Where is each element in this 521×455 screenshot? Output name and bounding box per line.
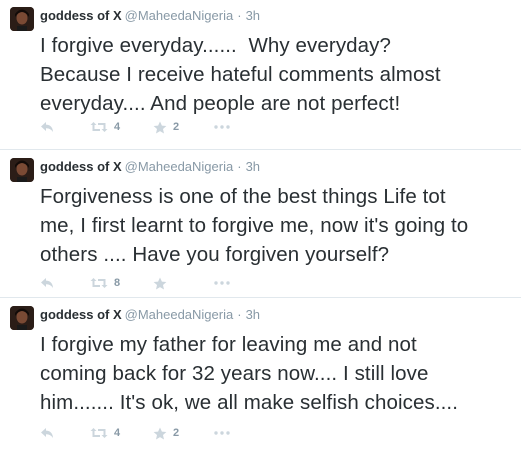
- tweet-header: goddess of X @MaheedaNigeria · 3h: [40, 306, 260, 324]
- tweet-text: Forgiveness is one of the best things Li…: [40, 185, 469, 266]
- retweet-count: 8: [114, 277, 121, 289]
- reply-button[interactable]: [40, 423, 54, 443]
- timestamp[interactable]: 3h: [246, 159, 260, 174]
- author-handle[interactable]: @MaheedaNigeria: [125, 307, 234, 322]
- retweet-button[interactable]: 4: [90, 117, 120, 137]
- separator: ·: [237, 8, 242, 23]
- reply-button[interactable]: [40, 273, 54, 293]
- timestamp[interactable]: 3h: [246, 8, 260, 23]
- tweet-header: goddess of X @MaheedaNigeria · 3h: [40, 158, 260, 176]
- favorite-button[interactable]: [153, 273, 173, 293]
- more-button[interactable]: [214, 273, 230, 293]
- retweet-count: 4: [114, 427, 121, 439]
- more-button[interactable]: [214, 117, 230, 137]
- tweet-text: I forgive my father for leaving me and n…: [40, 333, 459, 414]
- author-handle[interactable]: @MaheedaNigeria: [125, 159, 234, 174]
- avatar[interactable]: [10, 7, 34, 31]
- favorite-count: 2: [173, 427, 180, 439]
- reply-button[interactable]: [40, 117, 54, 137]
- favorite-icon: [153, 277, 167, 289]
- tweet-header: goddess of X @MaheedaNigeria · 3h: [40, 7, 260, 25]
- reply-icon: [41, 278, 53, 288]
- tweet-text: I forgive everyday...... Why everyday? B…: [40, 34, 441, 115]
- reply-icon: [41, 428, 53, 438]
- retweet-button[interactable]: 4: [90, 423, 120, 443]
- more-icon: [214, 431, 230, 435]
- author-handle[interactable]: @MaheedaNigeria: [125, 8, 234, 23]
- favorite-count: 2: [173, 121, 180, 133]
- reply-icon: [41, 122, 53, 132]
- separator: ·: [237, 307, 242, 322]
- separator: ·: [237, 159, 242, 174]
- author-name[interactable]: goddess of X: [40, 159, 122, 174]
- author-name[interactable]: goddess of X: [40, 307, 122, 322]
- timestamp[interactable]: 3h: [246, 307, 260, 322]
- more-icon: [214, 125, 230, 129]
- retweet-icon: [90, 278, 108, 288]
- tweet[interactable]: goddess of X @MaheedaNigeria · 3h I forgive…: [0, 0, 521, 150]
- retweet-button[interactable]: 8: [90, 273, 120, 293]
- more-button[interactable]: [214, 423, 230, 443]
- retweet-count: 4: [114, 121, 121, 133]
- retweet-icon: [90, 122, 108, 132]
- tweet[interactable]: goddess of X @MaheedaNigeria · 3h Forgivene…: [0, 151, 521, 298]
- favorite-icon: [153, 121, 167, 133]
- retweet-icon: [90, 428, 108, 438]
- more-icon: [214, 281, 230, 285]
- favorite-button[interactable]: 2: [153, 117, 179, 137]
- avatar[interactable]: [10, 306, 34, 330]
- author-name[interactable]: goddess of X: [40, 8, 122, 23]
- favorite-button[interactable]: 2: [153, 423, 179, 443]
- tweet[interactable]: goddess of X @MaheedaNigeria · 3h I forgive…: [0, 299, 521, 455]
- avatar[interactable]: [10, 158, 34, 182]
- favorite-icon: [153, 427, 167, 439]
